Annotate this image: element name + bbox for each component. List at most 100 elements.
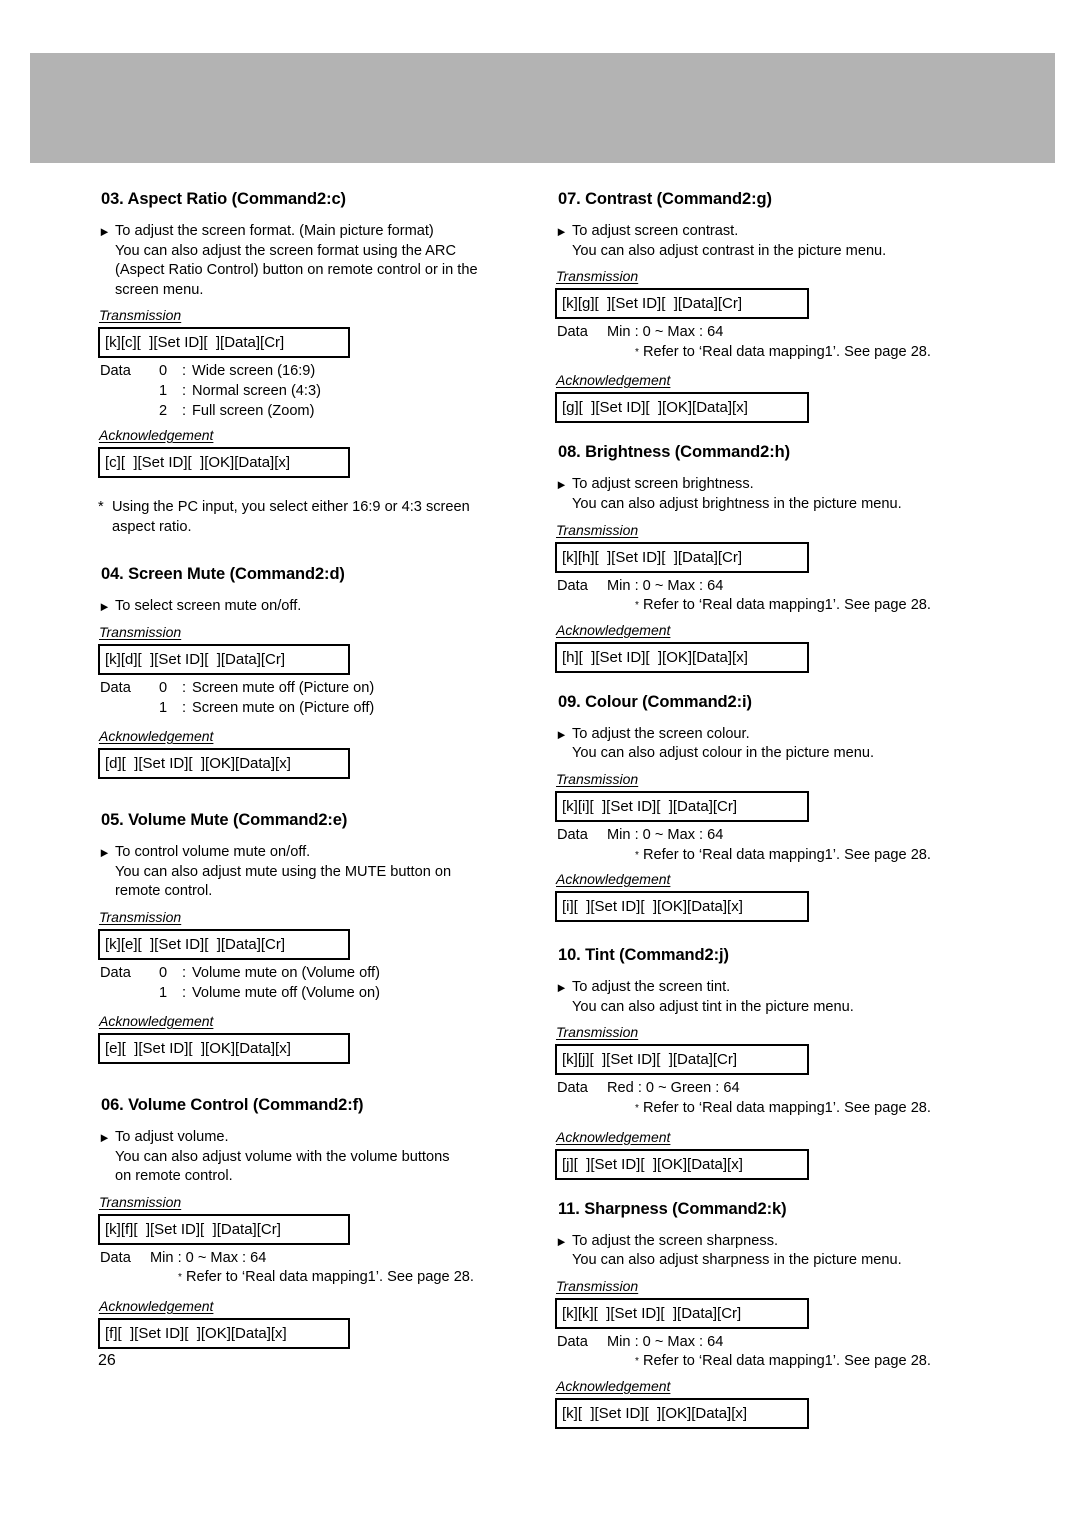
transmission-label: Transmission — [99, 908, 182, 925]
header-gray-band — [30, 53, 1055, 163]
data-label: Data — [100, 1249, 131, 1266]
transmission-code-box: [k][g][ ][Set ID][ ][Data][Cr] — [555, 288, 809, 320]
description-line: You can also adjust mute using the MUTE … — [115, 863, 452, 880]
description-line: remote control. — [115, 883, 213, 900]
data-label: Data — [557, 826, 588, 843]
data-row: 1 : Normal screen (4:3) — [100, 382, 528, 402]
data-colon: : — [181, 402, 187, 419]
asterisk-icon: * — [635, 346, 639, 358]
data-label-spacer — [100, 402, 150, 422]
acknowledgement-label: Acknowledgement — [99, 427, 214, 444]
data-colon: : — [181, 699, 187, 716]
section-brightness: 08. Brightness (Command2:h) ► To adjust … — [555, 443, 985, 673]
description-line: To adjust screen contrast. — [572, 223, 739, 239]
transmission-code-box: [k][k][ ][Set ID][ ][Data][Cr] — [555, 1297, 809, 1329]
acknowledgement-code-box: [i][ ][Set ID][ ][OK][Data][x] — [555, 891, 809, 923]
data-colon: : — [181, 964, 187, 981]
description-line: To adjust the screen sharpness. — [572, 1232, 779, 1249]
acknowledgement-code-box: [c][ ][Set ID][ ][OK][Data][x] — [98, 447, 350, 479]
data-key: 0 — [158, 964, 168, 981]
description-line: You can also adjust contrast in the pict… — [572, 242, 887, 259]
description-line: You can also adjust colour in the pictur… — [572, 745, 875, 762]
right-column: 07. Contrast (Command2:g) ► To adjust sc… — [555, 190, 985, 1433]
description-line: You can also adjust brightness in the pi… — [572, 495, 902, 512]
data-note: * Refer to ‘Real data mapping1’. See pag… — [557, 846, 985, 866]
transmission-code-box: [k][h][ ][Set ID][ ][Data][Cr] — [555, 541, 809, 573]
data-note-text: Refer to ‘Real data mapping1’. See page … — [642, 343, 931, 360]
section-aspect-ratio: 03. Aspect Ratio (Command2:c) ► To adjus… — [98, 190, 528, 537]
data-label: Data — [557, 324, 588, 341]
data-note-text: Refer to ‘Real data mapping1’. See page … — [185, 1269, 474, 1286]
description-line: screen menu. — [115, 281, 204, 298]
data-row: Data Min : 0 ~ Max : 64 — [100, 1249, 528, 1269]
section-title: 06. Volume Control (Command2:f) — [101, 1096, 364, 1115]
asterisk-icon: * — [635, 600, 639, 612]
data-row: Data Min : 0 ~ Max : 64 — [557, 1333, 985, 1353]
transmission-code-box: [k][c][ ][Set ID][ ][Data][Cr] — [98, 327, 350, 359]
section-title: 08. Brightness (Command2:h) — [558, 443, 790, 462]
acknowledgement-code-box: [f][ ][Set ID][ ][OK][Data][x] — [98, 1318, 350, 1350]
transmission-code-box: [k][d][ ][Set ID][ ][Data][Cr] — [98, 643, 350, 675]
description-line: on remote control. — [115, 1168, 233, 1185]
section-screen-mute: 04. Screen Mute (Command2:d) ► To select… — [98, 565, 528, 780]
description-line: To adjust the screen format. (Main pictu… — [115, 223, 434, 239]
description-line: You can also adjust the screen format us… — [115, 242, 456, 259]
section-description: ► To adjust screen contrast. You can als… — [555, 222, 985, 261]
data-note: * Refer to ‘Real data mapping1’. See pag… — [100, 1268, 528, 1288]
description-line: You can also adjust volume with the volu… — [115, 1148, 450, 1165]
data-row: 1 : Volume mute off (Volume on) — [100, 984, 528, 1004]
description-line: You can also adjust sharpness in the pic… — [572, 1252, 902, 1269]
acknowledgement-label: Acknowledgement — [556, 1128, 671, 1145]
data-note-text: Refer to ‘Real data mapping1’. See page … — [642, 846, 931, 863]
data-key: 1 — [158, 699, 168, 716]
two-column-body: 03. Aspect Ratio (Command2:c) ► To adjus… — [0, 190, 1080, 1433]
acknowledgement-label: Acknowledgement — [556, 621, 671, 638]
transmission-label: Transmission — [556, 1024, 639, 1041]
section-contrast: 07. Contrast (Command2:g) ► To adjust sc… — [555, 190, 985, 424]
data-label: Data — [100, 679, 131, 696]
acknowledgement-code-box: [g][ ][Set ID][ ][OK][Data][x] — [555, 392, 809, 424]
asterisk-icon: * — [635, 1356, 639, 1368]
acknowledgement-code-box: [j][ ][Set ID][ ][OK][Data][x] — [555, 1148, 809, 1180]
section-description: ► To select screen mute on/off. — [98, 597, 528, 617]
data-value: Volume mute off (Volume on) — [192, 984, 380, 1001]
asterisk-icon: * — [635, 1102, 639, 1114]
section-colour: 09. Colour (Command2:i) ► To adjust the … — [555, 693, 985, 923]
triangle-right-icon: ► — [98, 1130, 111, 1146]
section-description: ► To adjust volume. You can also adjust … — [98, 1128, 528, 1187]
data-row: Data Min : 0 ~ Max : 64 — [557, 323, 985, 343]
manual-page: 03. Aspect Ratio (Command2:c) ► To adjus… — [0, 0, 1080, 1528]
data-range: Red : 0 ~ Green : 64 — [607, 1080, 740, 1097]
description-line: To control volume mute on/off. — [115, 844, 311, 861]
section-title: 04. Screen Mute (Command2:d) — [101, 565, 345, 584]
data-row: 2 : Full screen (Zoom) — [100, 402, 528, 422]
data-label: Data — [557, 577, 588, 594]
data-row: Data Min : 0 ~ Max : 64 — [557, 826, 985, 846]
data-key: 1 — [158, 984, 168, 1001]
acknowledgement-label: Acknowledgement — [556, 1377, 671, 1394]
data-values: Data 0 : Volume mute on (Volume off) 1 :… — [100, 964, 528, 1003]
data-note: * Refer to ‘Real data mapping1’. See pag… — [557, 343, 985, 363]
triangle-right-icon: ► — [555, 224, 568, 239]
data-value: Volume mute on (Volume off) — [192, 964, 380, 981]
section-description: ► To control volume mute on/off. You can… — [98, 843, 528, 902]
acknowledgement-label: Acknowledgement — [99, 728, 214, 745]
page-number: 26 — [98, 1352, 116, 1369]
transmission-code-box: [k][j][ ][Set ID][ ][Data][Cr] — [555, 1044, 809, 1076]
transmission-label: Transmission — [556, 268, 639, 285]
data-value: Full screen (Zoom) — [192, 402, 315, 419]
description-line: To adjust the screen colour. — [572, 725, 750, 742]
acknowledgement-code-box: [d][ ][Set ID][ ][OK][Data][x] — [98, 748, 350, 780]
acknowledgement-label: Acknowledgement — [99, 1013, 214, 1030]
data-values: Data Min : 0 ~ Max : 64 * Refer to ‘Real… — [557, 323, 985, 362]
triangle-right-icon: ► — [98, 224, 111, 239]
triangle-right-icon: ► — [555, 980, 568, 996]
transmission-code-box: [k][f][ ][Set ID][ ][Data][Cr] — [98, 1213, 350, 1245]
triangle-right-icon: ► — [98, 599, 111, 615]
section-tint: 10. Tint (Command2:j) ► To adjust the sc… — [555, 946, 985, 1180]
data-values: Data Min : 0 ~ Max : 64 * Refer to ‘Real… — [557, 826, 985, 865]
asterisk-icon: * — [635, 849, 639, 861]
section-volume-control: 06. Volume Control (Command2:f) ► To adj… — [98, 1096, 528, 1350]
section-sharpness: 11. Sharpness (Command2:k) ► To adjust t… — [555, 1200, 985, 1429]
data-value: Screen mute on (Picture off) — [192, 699, 375, 716]
